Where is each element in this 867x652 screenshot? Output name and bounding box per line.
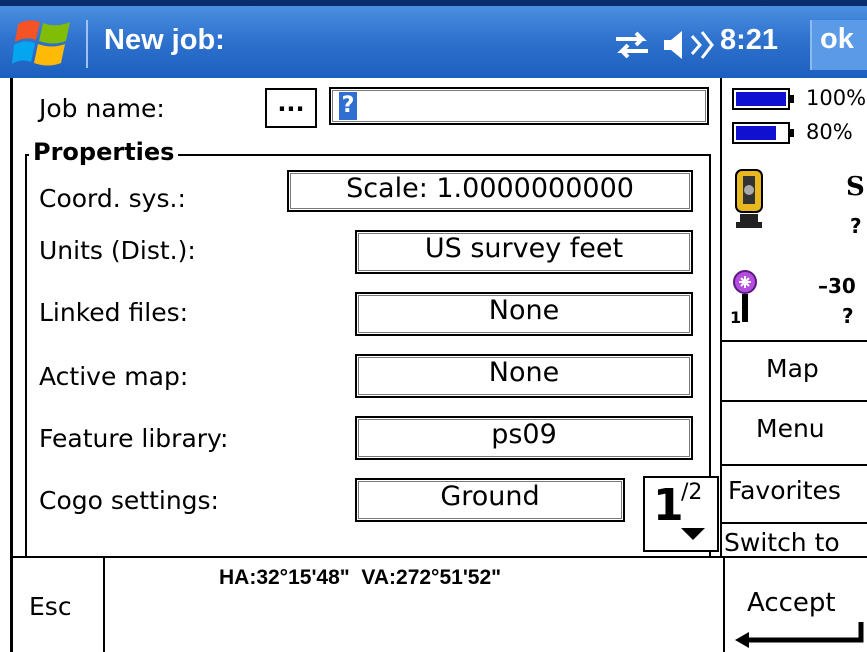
favorites-button[interactable]: Favorites [722,464,867,522]
feature-library-button[interactable]: ps09 [355,416,693,460]
active-map-label: Active map: [39,362,189,391]
cogo-settings-button[interactable]: Ground [355,478,625,522]
units-dropdown[interactable]: US survey feet [355,230,693,274]
map-button-label: Map [766,354,819,383]
title-separator [86,20,88,68]
page-current: 1 [653,480,684,531]
browse-button[interactable]: ... [265,88,317,128]
start-menu-icon[interactable] [12,14,76,72]
instrument-value: ? [850,214,862,238]
accept-button[interactable]: Accept [723,558,867,652]
ok-button[interactable]: ok [810,20,867,70]
total-station-icon[interactable] [732,166,766,234]
page-total: /2 [681,480,703,505]
enter-key-icon [735,622,864,648]
accept-button-label: Accept [747,588,836,618]
battery-level-2: 80% [806,120,853,144]
units-label: Units (Dist.): [39,236,196,265]
cogo-settings-label: Cogo settings: [39,486,219,515]
esc-button[interactable]: Esc [13,558,105,652]
angle-readout: HA:32°15'48" VA:272°51'52" [219,566,502,589]
target-value-2: ? [842,304,854,328]
job-name-input[interactable]: ? [329,87,709,125]
volume-icon[interactable] [660,28,716,62]
menu-button[interactable]: Menu [722,400,867,464]
battery-level-1: 100% [806,86,867,110]
coord-sys-label: Coord. sys.: [39,184,186,213]
properties-title: Properties [29,138,179,166]
favorites-button-label: Favorites [728,476,841,505]
switch-to-button-label: Switch to [724,528,840,556]
battery-icon-2[interactable] [732,122,796,144]
job-form: Job name: ... ? Properties Coord. sys.: … [10,78,722,556]
target-value: –30 [818,274,856,298]
window-title: New job: [104,24,225,56]
page-indicator[interactable]: 1 /2 [643,476,719,552]
bottom-bar: Esc HA:32°15'48" VA:272°51'52" Accept [10,556,867,652]
job-name-label: Job name: [39,94,165,123]
instrument-status: S [846,172,865,202]
page-down-icon [681,528,705,540]
menu-button-label: Menu [756,414,825,443]
map-button[interactable]: Map [722,340,867,400]
esc-button-label: Esc [29,592,72,621]
status-panel: 100% 80% S ? –30 1 ? Map Menu Favorites … [722,78,867,556]
coord-sys-button[interactable]: Scale: 1.0000000000 [287,170,693,212]
linked-files-button[interactable]: None [355,292,693,336]
switch-to-button[interactable]: Switch to [722,522,867,556]
linked-files-label: Linked files: [39,298,189,327]
active-map-button[interactable]: None [355,354,693,398]
job-name-value: ? [339,92,357,120]
connectivity-icon[interactable] [612,30,652,60]
battery-icon[interactable] [732,88,796,110]
target-number: 1 [730,308,742,327]
feature-library-label: Feature library: [39,424,229,453]
clock[interactable]: 8:21 [720,24,778,57]
title-bar: New job: 8:21 ok [0,0,867,78]
